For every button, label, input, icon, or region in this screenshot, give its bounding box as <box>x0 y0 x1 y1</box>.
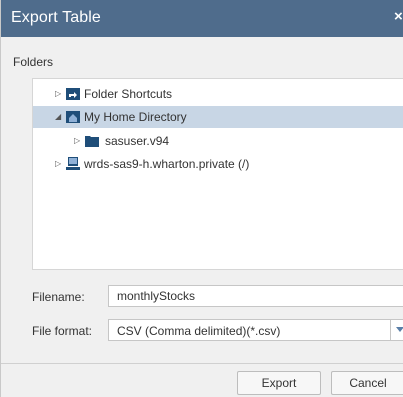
footer-divider <box>1 363 403 364</box>
tree-item-label: sasuser.v94 <box>105 134 170 148</box>
filename-input[interactable] <box>108 285 403 307</box>
expand-arrow-icon[interactable]: ▷ <box>55 158 63 170</box>
chevron-down-icon <box>396 327 403 332</box>
tree-item-label: wrds-sas9-h.wharton.private (/) <box>84 157 250 171</box>
home-folder-icon <box>66 110 80 123</box>
collapse-arrow-icon[interactable]: ◢ <box>55 111 63 123</box>
file-format-value: CSV (Comma delimited)(*.csv) <box>117 324 281 338</box>
filename-label: Filename: <box>32 290 85 304</box>
dialog-title: Export Table <box>11 9 101 26</box>
tree-item-folder-shortcuts[interactable]: ▷ Folder Shortcuts <box>33 83 403 105</box>
dropdown-button[interactable] <box>390 320 403 340</box>
tree-item-sasuser[interactable]: ▷ sasuser.v94 <box>33 130 403 152</box>
export-table-dialog: Export Table × Folders ▷ Folder Shortcut… <box>0 0 403 397</box>
dialog-titlebar: Export Table × <box>1 0 403 37</box>
expand-arrow-icon[interactable]: ▷ <box>55 88 63 100</box>
folder-shortcuts-icon <box>66 87 80 100</box>
folders-label: Folders <box>13 55 54 69</box>
cancel-button[interactable]: Cancel <box>331 371 403 395</box>
file-format-select[interactable]: CSV (Comma delimited)(*.csv) <box>108 319 403 341</box>
tree-item-my-home-directory[interactable]: ◢ My Home Directory <box>33 106 403 128</box>
tree-item-wrds-server[interactable]: ▷ wrds-sas9-h.wharton.private (/) <box>33 153 403 175</box>
server-icon <box>66 157 80 170</box>
export-button[interactable]: Export <box>237 371 321 395</box>
folder-tree[interactable]: ▷ Folder Shortcuts ◢ My Home Directory ▷… <box>32 78 403 270</box>
tree-item-label: Folder Shortcuts <box>84 87 173 101</box>
expand-arrow-icon[interactable]: ▷ <box>74 135 82 147</box>
file-format-label: File format: <box>32 324 93 338</box>
close-icon[interactable]: × <box>394 10 403 24</box>
tree-item-label: My Home Directory <box>84 110 187 124</box>
folder-icon <box>85 134 99 147</box>
